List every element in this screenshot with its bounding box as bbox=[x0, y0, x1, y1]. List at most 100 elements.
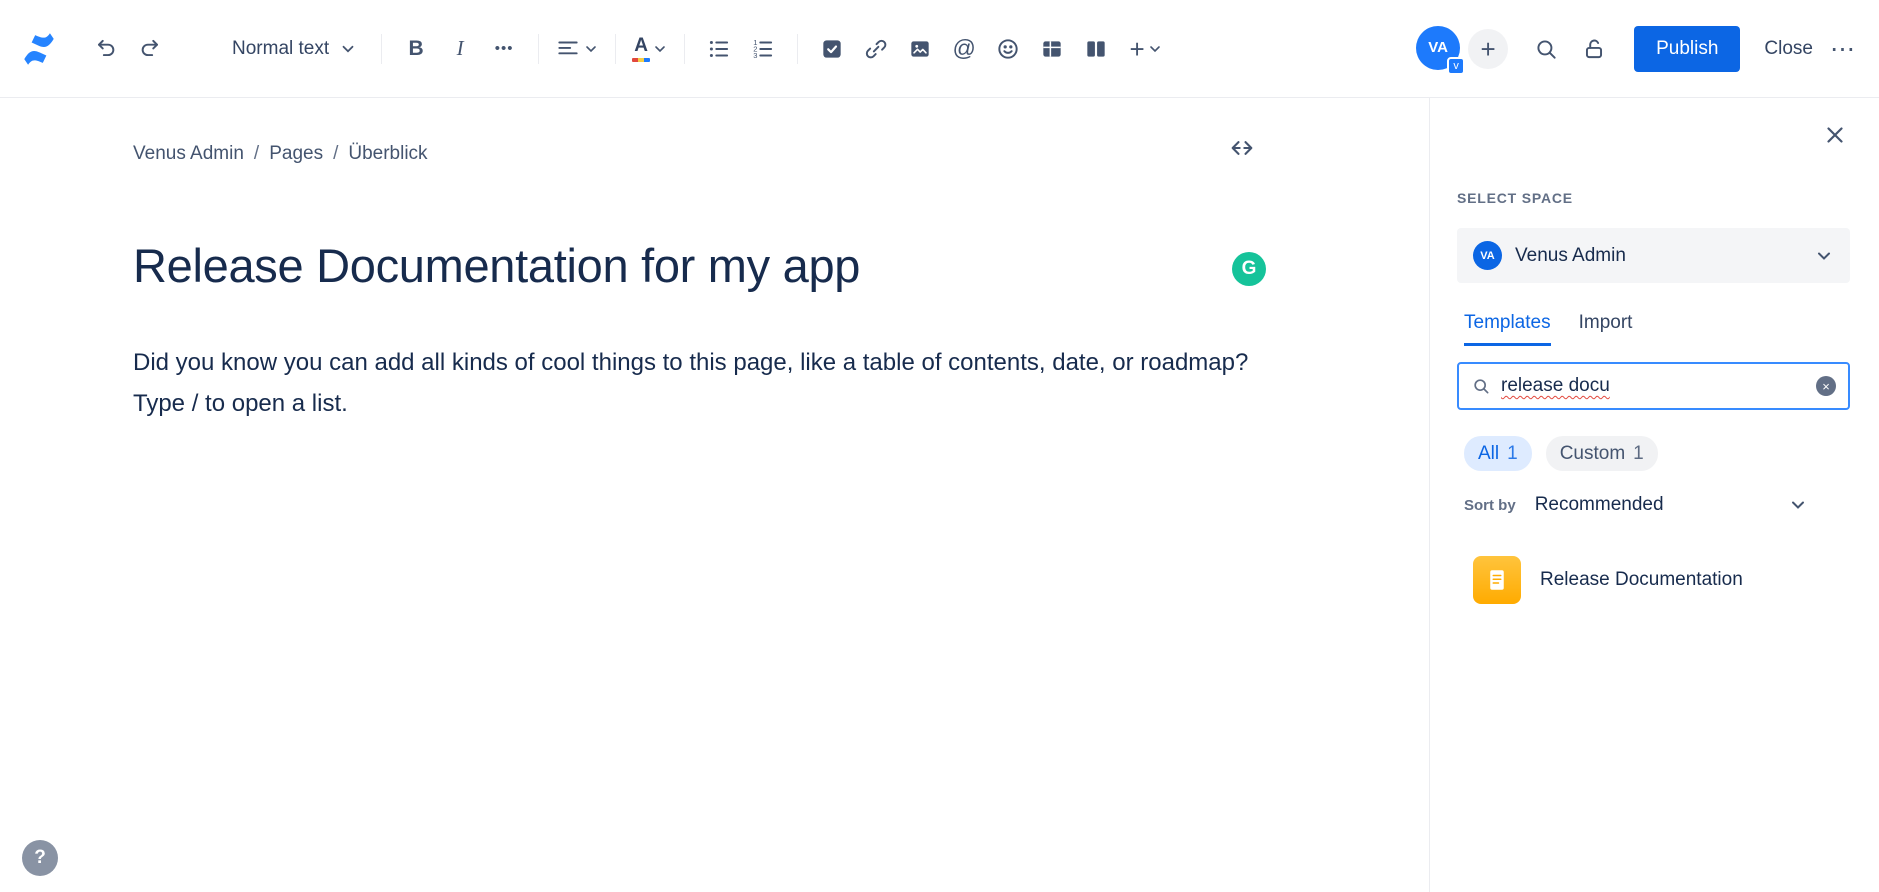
tab-templates[interactable]: Templates bbox=[1464, 312, 1551, 346]
bold-glyph: B bbox=[408, 36, 424, 60]
text-color-icon: A bbox=[632, 34, 651, 62]
emoji-button[interactable] bbox=[988, 29, 1028, 69]
toolbar-separator bbox=[538, 33, 540, 64]
breadcrumb: Venus Admin / Pages / Überblick bbox=[133, 143, 428, 165]
breadcrumb-overview-link[interactable]: Überblick bbox=[348, 143, 427, 165]
breadcrumb-separator: / bbox=[253, 143, 260, 164]
restrictions-button[interactable] bbox=[1574, 29, 1614, 69]
template-list-item[interactable]: Release Documentation bbox=[1473, 556, 1743, 604]
filter-chip-all[interactable]: All 1 bbox=[1464, 436, 1532, 471]
insert-plus-icon: + bbox=[1129, 33, 1145, 64]
mention-button[interactable]: @ bbox=[944, 29, 984, 69]
text-style-label: Normal text bbox=[232, 37, 330, 59]
grammarly-icon[interactable]: G bbox=[1232, 252, 1266, 286]
panel-divider bbox=[1429, 98, 1430, 892]
filter-custom-label: Custom bbox=[1559, 442, 1626, 464]
sort-row: Sort by Recommended bbox=[1464, 494, 1808, 516]
undo-button[interactable] bbox=[86, 29, 126, 69]
panel-tabs: Templates Import bbox=[1464, 312, 1632, 346]
text-color-bar bbox=[632, 57, 651, 62]
more-formatting-glyph: ••• bbox=[494, 40, 514, 57]
search-clear-button[interactable]: × bbox=[1816, 376, 1836, 396]
layout-columns-icon bbox=[1087, 40, 1105, 57]
filter-all-count: 1 bbox=[1507, 442, 1518, 464]
breadcrumb-pages-link[interactable]: Pages bbox=[269, 143, 323, 165]
toolbar-separator bbox=[684, 33, 686, 64]
select-space-label: SELECT SPACE bbox=[1457, 190, 1573, 206]
toolbar-right-cluster: VA v + Publish Close ⋯ bbox=[1416, 25, 1863, 75]
page-width-toggle-button[interactable] bbox=[1228, 134, 1256, 165]
link-button[interactable] bbox=[856, 29, 896, 69]
redo-icon bbox=[141, 39, 159, 56]
publish-button[interactable]: Publish bbox=[1634, 25, 1741, 72]
image-icon bbox=[911, 40, 929, 57]
undo-icon bbox=[97, 39, 115, 56]
link-icon bbox=[866, 39, 887, 58]
insert-more-dropdown[interactable]: + bbox=[1126, 29, 1166, 69]
filter-chips: All 1 Custom 1 bbox=[1464, 436, 1658, 471]
text-color-dropdown[interactable]: A bbox=[630, 29, 670, 69]
template-name: Release Documentation bbox=[1540, 569, 1743, 590]
chevron-down-icon bbox=[1149, 45, 1160, 52]
page-title[interactable]: Release Documentation for my app bbox=[133, 238, 1233, 293]
sort-dropdown[interactable]: Recommended bbox=[1535, 494, 1664, 516]
template-document-icon bbox=[1473, 556, 1521, 604]
close-button[interactable]: Close bbox=[1754, 30, 1823, 68]
task-list-icon bbox=[823, 39, 841, 58]
alignment-dropdown[interactable] bbox=[553, 29, 601, 69]
help-button[interactable]: ? bbox=[22, 840, 58, 876]
italic-button[interactable]: I bbox=[440, 29, 480, 69]
tab-import[interactable]: Import bbox=[1579, 312, 1633, 346]
layouts-button[interactable] bbox=[1076, 29, 1116, 69]
filter-custom-count: 1 bbox=[1633, 442, 1644, 464]
body-line-1: Did you know you can add all kinds of co… bbox=[133, 349, 1249, 376]
text-color-letter: A bbox=[634, 34, 648, 56]
more-formatting-button[interactable]: ••• bbox=[484, 29, 524, 69]
bold-button[interactable]: B bbox=[396, 29, 436, 69]
avatar-badge: v bbox=[1447, 56, 1466, 75]
more-menu-icon: ⋯ bbox=[1830, 34, 1856, 63]
space-name: Venus Admin bbox=[1515, 244, 1626, 266]
confluence-logo-icon bbox=[24, 32, 54, 65]
breadcrumb-separator: / bbox=[333, 143, 339, 164]
editor-toolbar: Normal text B I ••• A 123 @ + VA v + Pub… bbox=[0, 0, 1879, 98]
insert-image-button[interactable] bbox=[900, 29, 940, 69]
numbered-list-icon: 123 bbox=[753, 38, 773, 60]
search-input-value: release docu bbox=[1501, 375, 1610, 396]
chevron-down-icon bbox=[586, 45, 596, 52]
numbered-list-button[interactable]: 123 bbox=[743, 29, 783, 69]
sort-by-label: Sort by bbox=[1464, 496, 1516, 514]
search-button[interactable] bbox=[1526, 29, 1566, 69]
insert-table-button[interactable] bbox=[1032, 29, 1072, 69]
svg-text:3: 3 bbox=[753, 51, 757, 60]
close-icon bbox=[1827, 127, 1843, 143]
document-icon bbox=[1490, 570, 1504, 590]
space-selector-dropdown[interactable]: VA Venus Admin bbox=[1457, 228, 1850, 283]
body-line-2: Type / to open a list. bbox=[133, 390, 348, 417]
more-menu-button[interactable]: ⋯ bbox=[1823, 29, 1863, 69]
user-avatar[interactable]: VA v bbox=[1416, 25, 1466, 75]
search-icon bbox=[1537, 39, 1556, 59]
toolbar-separator bbox=[797, 33, 799, 64]
invite-collaborator-button[interactable]: + bbox=[1468, 28, 1509, 69]
space-avatar: VA bbox=[1473, 241, 1502, 270]
align-left-icon bbox=[558, 41, 578, 54]
filter-chip-custom[interactable]: Custom 1 bbox=[1545, 436, 1658, 471]
toolbar-separator bbox=[381, 33, 383, 64]
bullet-list-button[interactable] bbox=[699, 29, 739, 69]
text-style-dropdown[interactable]: Normal text bbox=[222, 29, 367, 69]
emoji-icon bbox=[998, 38, 1018, 59]
task-list-button[interactable] bbox=[812, 29, 852, 69]
chevron-down-icon bbox=[342, 45, 354, 53]
panel-close-button[interactable] bbox=[1822, 122, 1848, 151]
filter-all-label: All bbox=[1478, 442, 1500, 464]
redo-button[interactable] bbox=[130, 29, 170, 69]
mention-icon: @ bbox=[952, 35, 976, 61]
template-search-input[interactable]: release docu × bbox=[1457, 362, 1850, 410]
breadcrumb-space-link[interactable]: Venus Admin bbox=[133, 143, 244, 165]
chevron-down-icon bbox=[1818, 252, 1830, 260]
search-icon bbox=[1474, 379, 1489, 394]
expand-width-icon bbox=[1231, 141, 1253, 155]
confluence-logo[interactable] bbox=[18, 29, 60, 69]
page-body[interactable]: Did you know you can add all kinds of co… bbox=[133, 342, 1248, 424]
